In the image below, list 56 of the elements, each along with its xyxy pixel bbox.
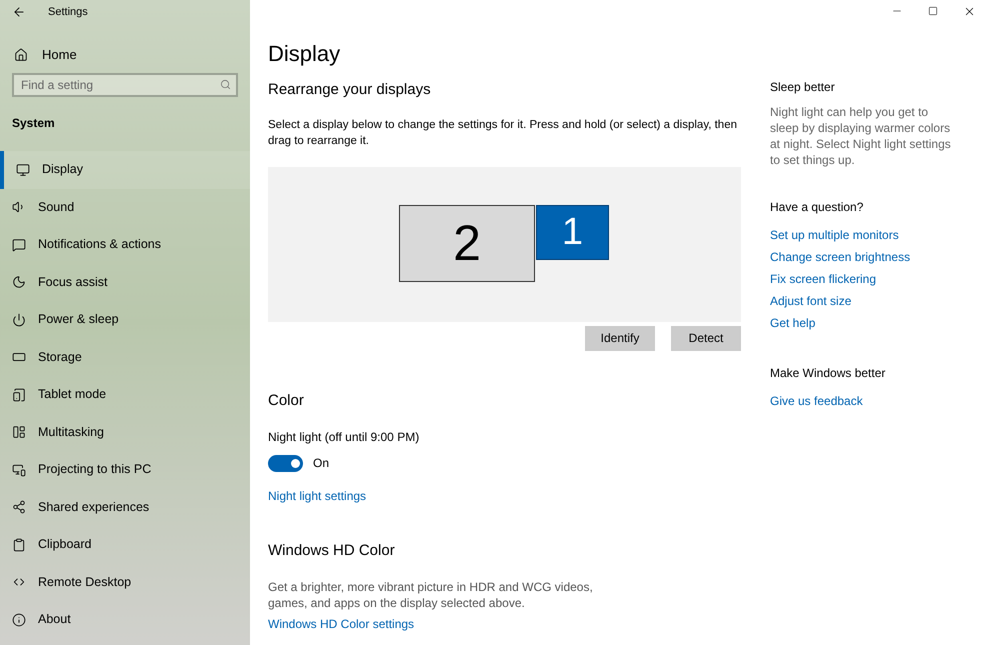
sidebar-item[interactable]: Power & sleep xyxy=(0,301,250,338)
hd-color-settings-link[interactable]: Windows HD Color settings xyxy=(268,614,414,632)
message-icon xyxy=(12,238,26,252)
search-icon xyxy=(220,79,231,90)
sidebar-item[interactable]: Multitasking xyxy=(0,414,250,451)
panels-icon xyxy=(12,425,26,440)
home-icon xyxy=(14,48,28,62)
action-button[interactable]: Identify xyxy=(585,326,655,350)
search-field[interactable]: Find a setting xyxy=(12,73,238,97)
description-text: Select a display below to change the settings for it. Press and hold (or select) a display, then drag to rearrange it. xyxy=(268,118,738,148)
action-button[interactable]: Detect xyxy=(671,326,741,350)
info-icon xyxy=(12,612,26,627)
section-heading: Color xyxy=(268,390,305,410)
sidebar-item[interactable]: Storage xyxy=(0,338,250,376)
monitor-tile[interactable]: 2 xyxy=(399,204,535,282)
sidebar-item[interactable]: Display xyxy=(0,151,250,188)
sidebar-item[interactable]: Remote Desktop xyxy=(0,564,250,601)
share-icon xyxy=(12,500,26,514)
power-icon xyxy=(12,312,26,327)
sidebar-item[interactable]: Clipboard xyxy=(0,526,250,564)
home-item[interactable]: Home xyxy=(0,36,250,74)
section-title: System xyxy=(11,115,56,132)
window-title: Settings xyxy=(48,4,88,20)
sidebar-item[interactable]: Notifications & actions xyxy=(0,226,250,264)
moon-icon xyxy=(12,275,26,290)
sidebar-item[interactable]: Tablet mode xyxy=(0,376,250,414)
toggle-state-label: On xyxy=(313,455,330,472)
page-title: Display xyxy=(268,40,342,68)
back-icon[interactable] xyxy=(12,5,26,19)
help-link[interactable]: Adjust font size xyxy=(770,290,852,312)
sidebar-item[interactable]: Sound xyxy=(0,188,250,226)
help-link[interactable]: Get help xyxy=(770,312,816,334)
sidebar-item[interactable]: Projecting to this PC xyxy=(0,451,250,488)
aside-heading: Sleep better xyxy=(770,79,836,96)
aside-heading: Have a question? xyxy=(770,199,864,216)
help-link[interactable]: Change screen brightness xyxy=(770,246,910,268)
screens-icon xyxy=(12,462,26,477)
section-heading: Rearrange your displays xyxy=(268,80,432,100)
maximize-icon xyxy=(928,6,938,16)
help-link[interactable]: Give us feedback xyxy=(770,390,863,412)
night-light-label: Night light (off until 9:00 PM) xyxy=(268,429,420,446)
monitor-tile[interactable]: 1 xyxy=(536,204,609,260)
clipboard-icon xyxy=(12,538,26,552)
section-heading: Windows HD Color xyxy=(268,541,396,561)
help-link[interactable]: Fix screen flickering xyxy=(770,268,876,290)
sidebar-item[interactable]: Focus assist xyxy=(0,264,250,301)
help-link[interactable]: Set up multiple monitors xyxy=(770,224,899,246)
night-light-settings-link[interactable]: Night light settings xyxy=(268,487,366,505)
aside-heading: Make Windows better xyxy=(770,365,886,382)
description-text: Get a brighter, more vibrant picture in HDR and WCG videos, games, and apps on the display selected above. xyxy=(268,578,594,610)
night-light-toggle[interactable] xyxy=(268,454,303,472)
tablet-icon xyxy=(12,388,26,402)
sidebar-item[interactable]: Shared experiences xyxy=(0,488,250,526)
sidebar-item[interactable]: About xyxy=(0,601,250,638)
monitor-icon xyxy=(16,162,30,177)
aside-text: Night light can help you get to sleep by displaying warmer colors at night. Select Night light settings to set things up. xyxy=(770,104,952,168)
